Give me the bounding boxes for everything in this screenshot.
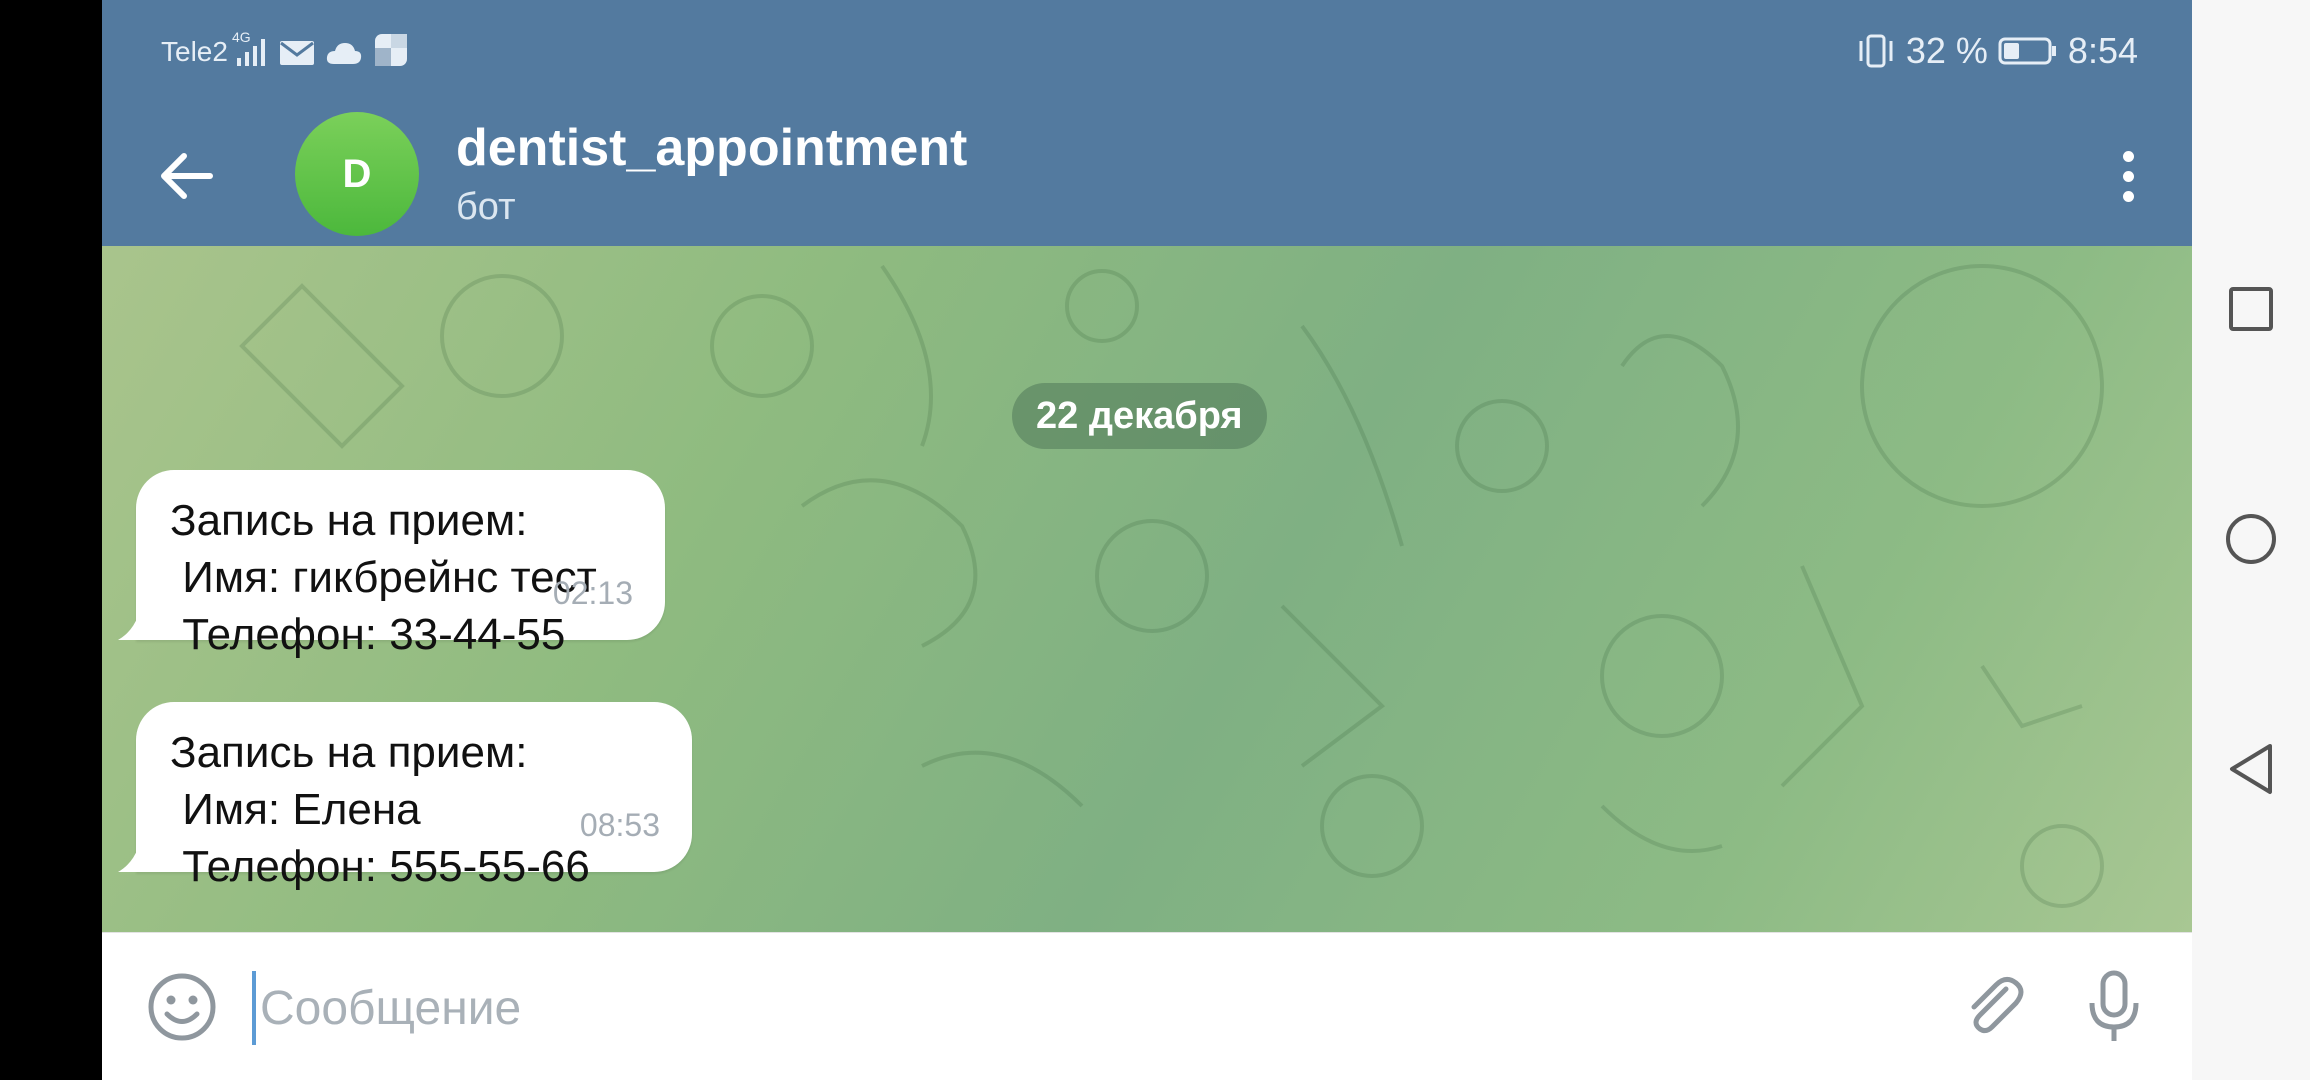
attach-button[interactable] [1954, 967, 2034, 1047]
message-list[interactable]: 22 декабря Запись на прием: Имя: гикбрей… [102, 246, 2192, 932]
emoji-button[interactable] [146, 971, 218, 1043]
cloud-icon [326, 43, 361, 64]
home-button[interactable] [2192, 489, 2310, 589]
message-line: Запись на прием: [170, 496, 528, 545]
smiley-icon [148, 973, 216, 1041]
status-icons-right: 32 % 8:54 [1856, 30, 2138, 72]
dot [2122, 150, 2134, 162]
signal-icon [236, 39, 265, 66]
app-notification-icon [374, 34, 407, 66]
left-black-strip [0, 0, 102, 1080]
recent-apps-icon [2229, 287, 2273, 331]
message-bubble[interactable]: Запись на прием: Имя: Елена Телефон: 555… [118, 702, 692, 891]
voice-message-button[interactable] [2074, 967, 2154, 1047]
avatar[interactable]: D [295, 112, 419, 236]
date-separator: 22 декабря [1012, 383, 1267, 449]
battery-percent: 32 % [1905, 30, 1988, 71]
back-triangle-icon [2230, 744, 2272, 794]
status-icons-left: 4G [232, 30, 409, 68]
message-time: 08:53 [579, 807, 660, 843]
arrow-left-icon [161, 153, 213, 199]
back-button[interactable] [150, 140, 222, 212]
system-navigation-bar [2192, 0, 2310, 1080]
back-nav-button[interactable] [2192, 719, 2310, 819]
bubble-tail [118, 848, 138, 872]
message-input[interactable] [252, 971, 1882, 1045]
battery-icon [1998, 37, 2056, 65]
telegram-chat-window: Tele2 4G 32 % 8:54 D dentist_appointment… [102, 0, 2192, 1080]
avatar-letter: D [342, 151, 372, 196]
message-bubble[interactable]: Запись на прием: Имя: гикбрейнс тест Тел… [118, 470, 665, 659]
dot [2122, 170, 2134, 182]
microphone-icon [2089, 970, 2139, 1041]
bubble-tail [118, 616, 138, 640]
message-time: 02:13 [552, 575, 633, 611]
status-bar: Tele2 4G 32 % 8:54 [102, 0, 2192, 100]
recent-apps-button[interactable] [2192, 259, 2310, 359]
chat-subtitle: бот [456, 186, 516, 228]
clock: 8:54 [2067, 30, 2138, 71]
vibrate-icon [1859, 34, 1893, 68]
more-options-button[interactable] [2108, 140, 2148, 212]
mail-icon [279, 41, 314, 65]
paperclip-icon [1971, 977, 2024, 1034]
message-line: Запись на прием: [170, 728, 528, 777]
dot [2122, 190, 2134, 202]
message-composer [102, 932, 2192, 1080]
carrier-name: Tele2 [161, 36, 228, 67]
chat-header: Tele2 4G 32 % 8:54 D dentist_appointment… [102, 0, 2192, 246]
chat-title[interactable]: dentist_appointment [456, 118, 967, 178]
home-icon [2226, 514, 2276, 564]
